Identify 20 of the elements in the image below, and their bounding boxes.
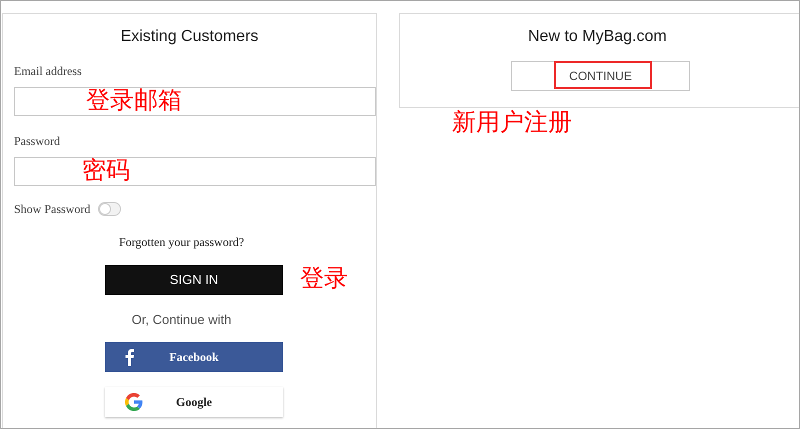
divider-text: Or, Continue with: [132, 312, 232, 328]
annotation-label: 密码: [82, 157, 130, 185]
input-field[interactable]: [14, 157, 376, 186]
sign-in-button[interactable]: SIGN IN: [105, 265, 283, 295]
show-password-toggle[interactable]: [98, 202, 122, 216]
field-label: Password: [14, 134, 62, 148]
continue-button[interactable]: CONTINUE: [511, 61, 690, 91]
input-field[interactable]: [14, 87, 376, 116]
social-login-button[interactable]: Facebook: [105, 342, 283, 372]
social-login-button[interactable]: Google: [105, 387, 283, 417]
google-icon: [125, 393, 143, 411]
section-title: New to MyBag.com: [528, 27, 668, 47]
field-label: Email address: [14, 64, 83, 78]
annotation-label: 新用户注册: [452, 109, 572, 137]
section-title: Existing Customers: [120, 27, 258, 47]
annotation-label: 登录: [300, 265, 348, 293]
facebook-icon: [125, 348, 134, 366]
forgot-password-link[interactable]: Forgotten your password?: [118, 235, 244, 249]
annotation-label: 登录邮箱: [86, 87, 182, 115]
toggle-label: Show Password: [14, 202, 90, 216]
